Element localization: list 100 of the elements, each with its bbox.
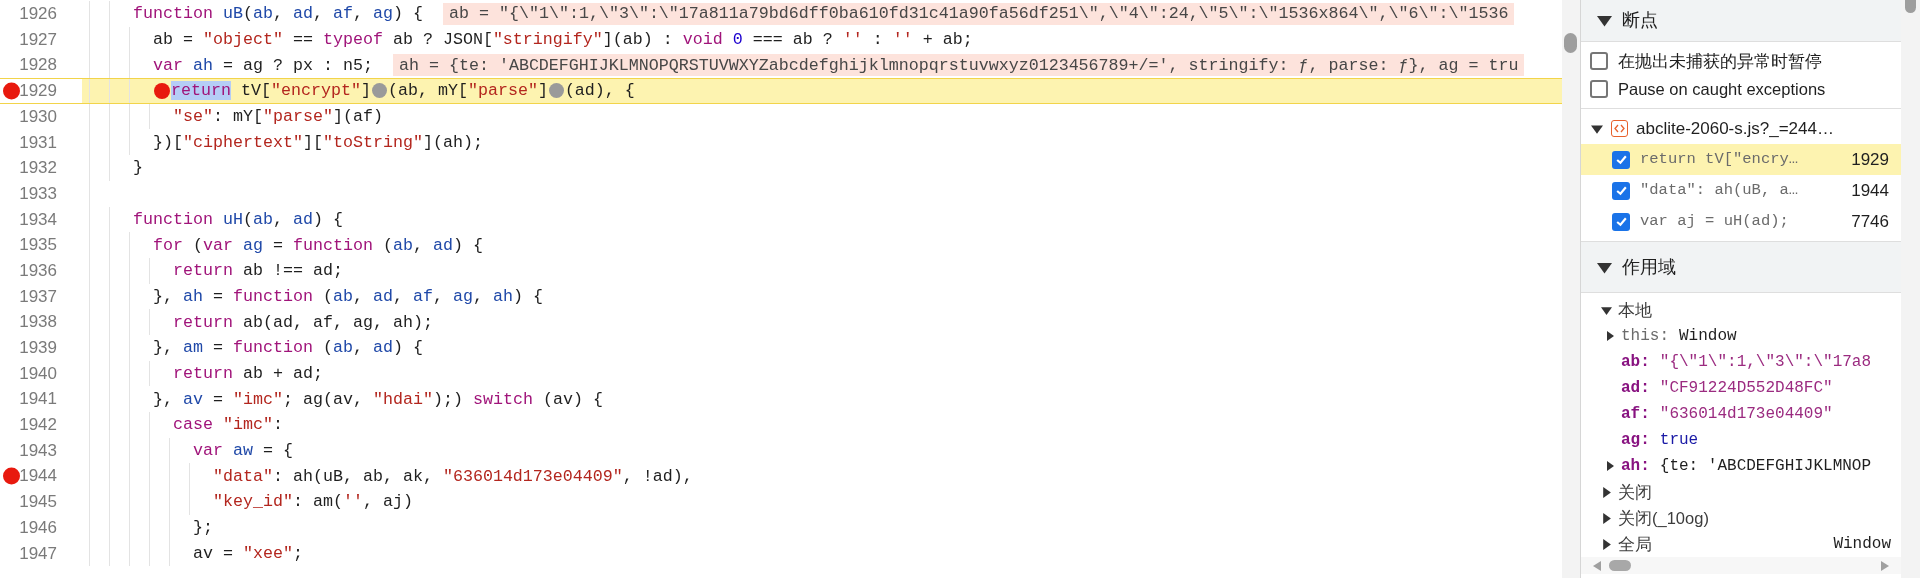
collapsed-triangle-icon[interactable] — [1605, 331, 1615, 341]
checkmark-icon — [1614, 153, 1628, 166]
code-text: } — [133, 157, 143, 180]
breakpoint-icon[interactable] — [3, 82, 20, 100]
line-number: 1933 — [19, 182, 57, 205]
checkbox[interactable] — [1612, 181, 1630, 200]
inline-value: ah = {te: 'ABCDEFGHIJKLMNOPQRSTUVWXYZabcdefghijklmnopqrstuvwxyz0123456789+/=', stringify: ƒ, parse: ƒ}, ag = tru — [392, 54, 1525, 77]
scope-label[interactable]: 关闭(_10og) — [1618, 505, 1891, 531]
breakpoint-code[interactable]: "data": ah(uB, a… — [1640, 178, 1842, 203]
scroll-left-icon[interactable] — [1593, 560, 1601, 571]
code-file-icon — [1611, 120, 1628, 137]
scope-label[interactable]: 本地 — [1618, 297, 1891, 323]
code-text: return ab !== ad; — [173, 260, 343, 283]
inline-breakpoint-icon[interactable] — [371, 83, 387, 99]
variable-value: "636014d173e04409" — [1659, 404, 1833, 425]
code-text: var aw = { — [193, 440, 293, 463]
expanded-triangle-icon[interactable] — [1601, 304, 1612, 316]
inline-breakpoint-icon[interactable] — [548, 83, 564, 99]
checkmark-icon — [1614, 215, 1628, 228]
line-number: 1932 — [19, 157, 57, 180]
collapsed-triangle-icon[interactable] — [1601, 538, 1612, 550]
checkbox-label[interactable]: 在抛出未捕获的异常时暂停 — [1618, 48, 1822, 74]
breakpoint-icon[interactable] — [3, 467, 20, 485]
line-number: 1931 — [19, 131, 57, 154]
code-text: av = "xee"; — [193, 542, 303, 565]
scroll-right-icon[interactable] — [1881, 560, 1889, 571]
line-number: 1941 — [19, 388, 57, 411]
scrollbar-thumb[interactable] — [1905, 0, 1916, 13]
code-text: (ab, mY["parse"] — [387, 80, 548, 103]
variable-value: "CF91224D552D48FC" — [1659, 378, 1833, 399]
variable-name: ag: — [1621, 430, 1650, 451]
expanded-triangle-icon[interactable] — [1597, 13, 1612, 28]
selected-breakpoint-row[interactable]: return tV["encry… 1929 — [1581, 144, 1901, 175]
line-number: 1926 — [19, 3, 57, 26]
collapsed-triangle-icon[interactable] — [1601, 486, 1612, 498]
collapsed-triangle-icon[interactable] — [1601, 512, 1612, 524]
line-number: 1939 — [19, 337, 57, 360]
scope-value: Window — [1833, 534, 1891, 555]
line-number: 1945 — [19, 491, 57, 514]
code-text: (ad), { — [564, 80, 635, 103]
variable-name: af: — [1621, 404, 1650, 425]
expanded-triangle-icon[interactable] — [1591, 122, 1603, 135]
variable-name: ab: — [1621, 352, 1650, 373]
code-text: var ah = ag ? px : n5; — [153, 54, 373, 77]
variable-value: "{\"1\":1,\"3\":\"17a8 — [1659, 352, 1872, 373]
code-text: })["ciphertext"]["toString"](ah); — [153, 131, 483, 154]
line-number: 1944 — [19, 465, 57, 488]
line-number: 1928 — [19, 54, 57, 77]
code-text: return ab(ad, af, ag, ah); — [173, 311, 433, 334]
code-text: function uH(ab, ad) { — [133, 208, 343, 231]
checkbox[interactable] — [1612, 212, 1630, 231]
line-number: 1947 — [19, 542, 57, 565]
code-text: return ab + ad; — [173, 362, 323, 385]
scope-label[interactable]: 关闭 — [1618, 479, 1891, 505]
variable-name: this: — [1621, 326, 1669, 347]
scrollbar-thumb[interactable] — [1564, 33, 1577, 53]
line-number: 1936 — [19, 259, 57, 282]
line-number: 1937 — [19, 285, 57, 308]
breakpoint-code[interactable]: var aj = uH(ad); — [1640, 209, 1842, 234]
code-text: }, ah = function (ab, ad, af, ag, ah) { — [153, 285, 543, 308]
file-name[interactable]: abclite-2060-s.js?_=244… — [1636, 115, 1834, 142]
breakpoint-code[interactable]: return tV["encry… — [1640, 147, 1842, 172]
inline-breakpoint-icon[interactable] — [154, 82, 170, 99]
checkbox[interactable] — [1590, 52, 1608, 70]
variable-name: ad: — [1621, 378, 1650, 399]
checkmark-icon — [1614, 184, 1628, 197]
variable-value: Window — [1679, 326, 1737, 347]
line-number: 1942 — [19, 414, 57, 437]
scope-label[interactable]: 全局 — [1618, 531, 1828, 557]
breakpoint-line-number: 1929 — [1851, 148, 1889, 171]
code-text: "se": mY["parse"](af) — [173, 106, 383, 129]
checkbox[interactable] — [1590, 80, 1608, 98]
line-number: 1930 — [19, 105, 57, 128]
line-number: 1929 — [19, 80, 57, 103]
collapsed-triangle-icon[interactable] — [1605, 461, 1615, 471]
line-number: 1943 — [19, 439, 57, 462]
code-text: }, am = function (ab, ad) { — [153, 337, 423, 360]
code-text: }; — [193, 517, 213, 540]
section-title[interactable]: 作用域 — [1622, 253, 1676, 281]
breakpoint-line-number: 7746 — [1851, 210, 1889, 233]
code-text: "key_id": am('', aj) — [213, 491, 413, 514]
code-text: return tV["encrypt"] — [171, 80, 371, 103]
code-text: }, av = "imc"; ag(av, "hdai");) switch (av) { — [153, 388, 603, 411]
checkbox[interactable] — [1612, 150, 1630, 169]
line-number: 1935 — [19, 234, 57, 257]
line-number: 1934 — [19, 208, 57, 231]
line-number: 1940 — [19, 362, 57, 385]
code-text: for (var ag = function (ab, ad) { — [153, 234, 483, 257]
section-title[interactable]: 断点 — [1622, 7, 1658, 34]
scrollbar-thumb[interactable] — [1609, 560, 1631, 571]
breakpoint-line-number: 1944 — [1851, 179, 1889, 202]
line-number: 1927 — [19, 28, 57, 51]
code-text: ab = "object" == typeof ab ? JSON["stringify"](ab) : void 0 === ab ? '' : '' + ab; — [153, 29, 973, 52]
code-text: function uB(ab, ad, af, ag) { — [133, 3, 423, 26]
variable-value: {te: 'ABCDEFGHIJKLMNOP — [1659, 456, 1872, 477]
variable-name: ah: — [1621, 456, 1650, 477]
code-text: "data": ah(uB, ab, ak, "636014d173e04409", !ad), — [213, 465, 693, 488]
variable-value: true — [1659, 430, 1699, 451]
line-number: 1938 — [19, 311, 57, 334]
checkbox-label[interactable]: Pause on caught exceptions — [1618, 76, 1826, 102]
